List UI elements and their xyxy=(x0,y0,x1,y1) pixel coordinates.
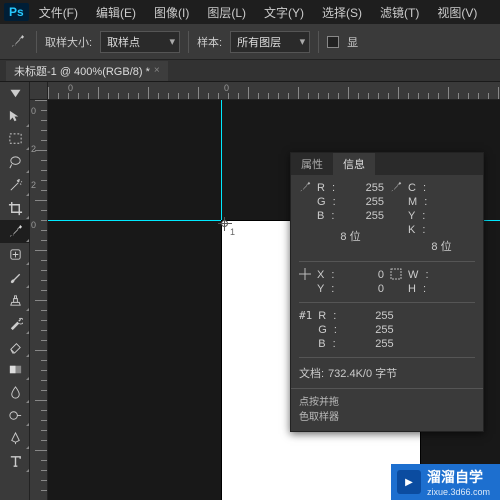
show-label: 显 xyxy=(347,34,358,50)
sample-label: 样本: xyxy=(197,34,222,50)
lasso-tool[interactable] xyxy=(0,151,30,174)
eyedropper-icon xyxy=(299,181,311,196)
menu-text[interactable]: 文字(Y) xyxy=(256,4,312,21)
watermark-url: zixue.3d66.com xyxy=(427,487,490,497)
eyedropper-icon xyxy=(6,31,28,53)
eyedropper-tool[interactable] xyxy=(0,220,30,243)
app-logo: Ps xyxy=(4,3,29,21)
sample-size-select[interactable]: 取样点 xyxy=(100,31,180,53)
xy-readout: X :0 Y :0 xyxy=(317,268,384,296)
wh-readout: W : H : xyxy=(408,268,475,296)
panel-hint: 点按并拖色取样器 xyxy=(291,388,483,431)
info-panel: 属性 信息 R :255 G :255 B :255 8 位 C : M : Y… xyxy=(290,152,484,432)
menu-layer[interactable]: 图层(L) xyxy=(199,4,254,21)
triangle-toggle[interactable] xyxy=(0,82,30,105)
menu-select[interactable]: 选择(S) xyxy=(314,4,370,21)
cmyk-readout: C : M : Y : K : 8 位 xyxy=(408,181,475,255)
sample1-readout: R :255 G :255 B :255 xyxy=(318,309,393,351)
crosshair-icon xyxy=(299,268,311,283)
vertical-ruler[interactable]: 0 2 2 0 xyxy=(30,100,48,500)
healing-brush-tool[interactable] xyxy=(0,243,30,266)
color-sampler-1[interactable]: 1 xyxy=(218,217,232,231)
sample-size-label: 取样大小: xyxy=(45,34,92,50)
tool-palette xyxy=(0,82,30,500)
watermark-icon: ▶ xyxy=(397,470,421,494)
gradient-tool[interactable] xyxy=(0,358,30,381)
menu-filter[interactable]: 滤镜(T) xyxy=(372,4,427,21)
dodge-tool[interactable] xyxy=(0,404,30,427)
blur-tool[interactable] xyxy=(0,381,30,404)
document-tab[interactable]: 未标题-1 @ 400%(RGB/8) * × xyxy=(6,61,168,81)
eyedropper-icon xyxy=(390,181,402,196)
pen-tool[interactable] xyxy=(0,427,30,450)
tab-properties[interactable]: 属性 xyxy=(291,153,333,175)
horizontal-ruler[interactable]: 0 0 xyxy=(48,82,500,100)
clone-stamp-tool[interactable] xyxy=(0,289,30,312)
eraser-tool[interactable] xyxy=(0,335,30,358)
sample-index: #1 xyxy=(299,309,312,322)
sample-select[interactable]: 所有图层 xyxy=(230,31,310,53)
option-bar: 取样大小: 取样点 样本: 所有图层 显 xyxy=(0,24,500,60)
document-tab-title: 未标题-1 @ 400%(RGB/8) * xyxy=(14,63,150,79)
ruler-origin[interactable] xyxy=(30,82,48,100)
crop-tool[interactable] xyxy=(0,197,30,220)
document-tab-bar: 未标题-1 @ 400%(RGB/8) * × xyxy=(0,60,500,82)
menu-edit[interactable]: 编辑(E) xyxy=(88,4,144,21)
brush-tool[interactable] xyxy=(0,266,30,289)
divider xyxy=(318,31,319,53)
tab-info[interactable]: 信息 xyxy=(333,153,375,175)
divider xyxy=(36,31,37,53)
divider xyxy=(188,31,189,53)
marquee-tool[interactable] xyxy=(0,128,30,151)
type-tool[interactable] xyxy=(0,450,30,473)
rgb-readout: R :255 G :255 B :255 8 位 xyxy=(317,181,384,245)
doc-size-readout: 文档:732.4K/0 字节 xyxy=(299,364,475,382)
menu-bar: Ps 文件(F) 编辑(E) 图像(I) 图层(L) 文字(Y) 选择(S) 滤… xyxy=(0,0,500,24)
dimensions-icon xyxy=(390,268,402,283)
panel-tabs: 属性 信息 xyxy=(291,153,483,175)
move-tool[interactable] xyxy=(0,105,30,128)
show-checkbox[interactable] xyxy=(327,36,339,48)
menu-image[interactable]: 图像(I) xyxy=(146,4,197,21)
watermark: ▶ 溜溜自学 zixue.3d66.com xyxy=(391,464,500,500)
history-brush-tool[interactable] xyxy=(0,312,30,335)
menu-view[interactable]: 视图(V) xyxy=(429,4,485,21)
menu-file[interactable]: 文件(F) xyxy=(31,4,86,21)
close-icon[interactable]: × xyxy=(154,65,160,76)
watermark-title: 溜溜自学 xyxy=(427,467,490,487)
magic-wand-tool[interactable] xyxy=(0,174,30,197)
